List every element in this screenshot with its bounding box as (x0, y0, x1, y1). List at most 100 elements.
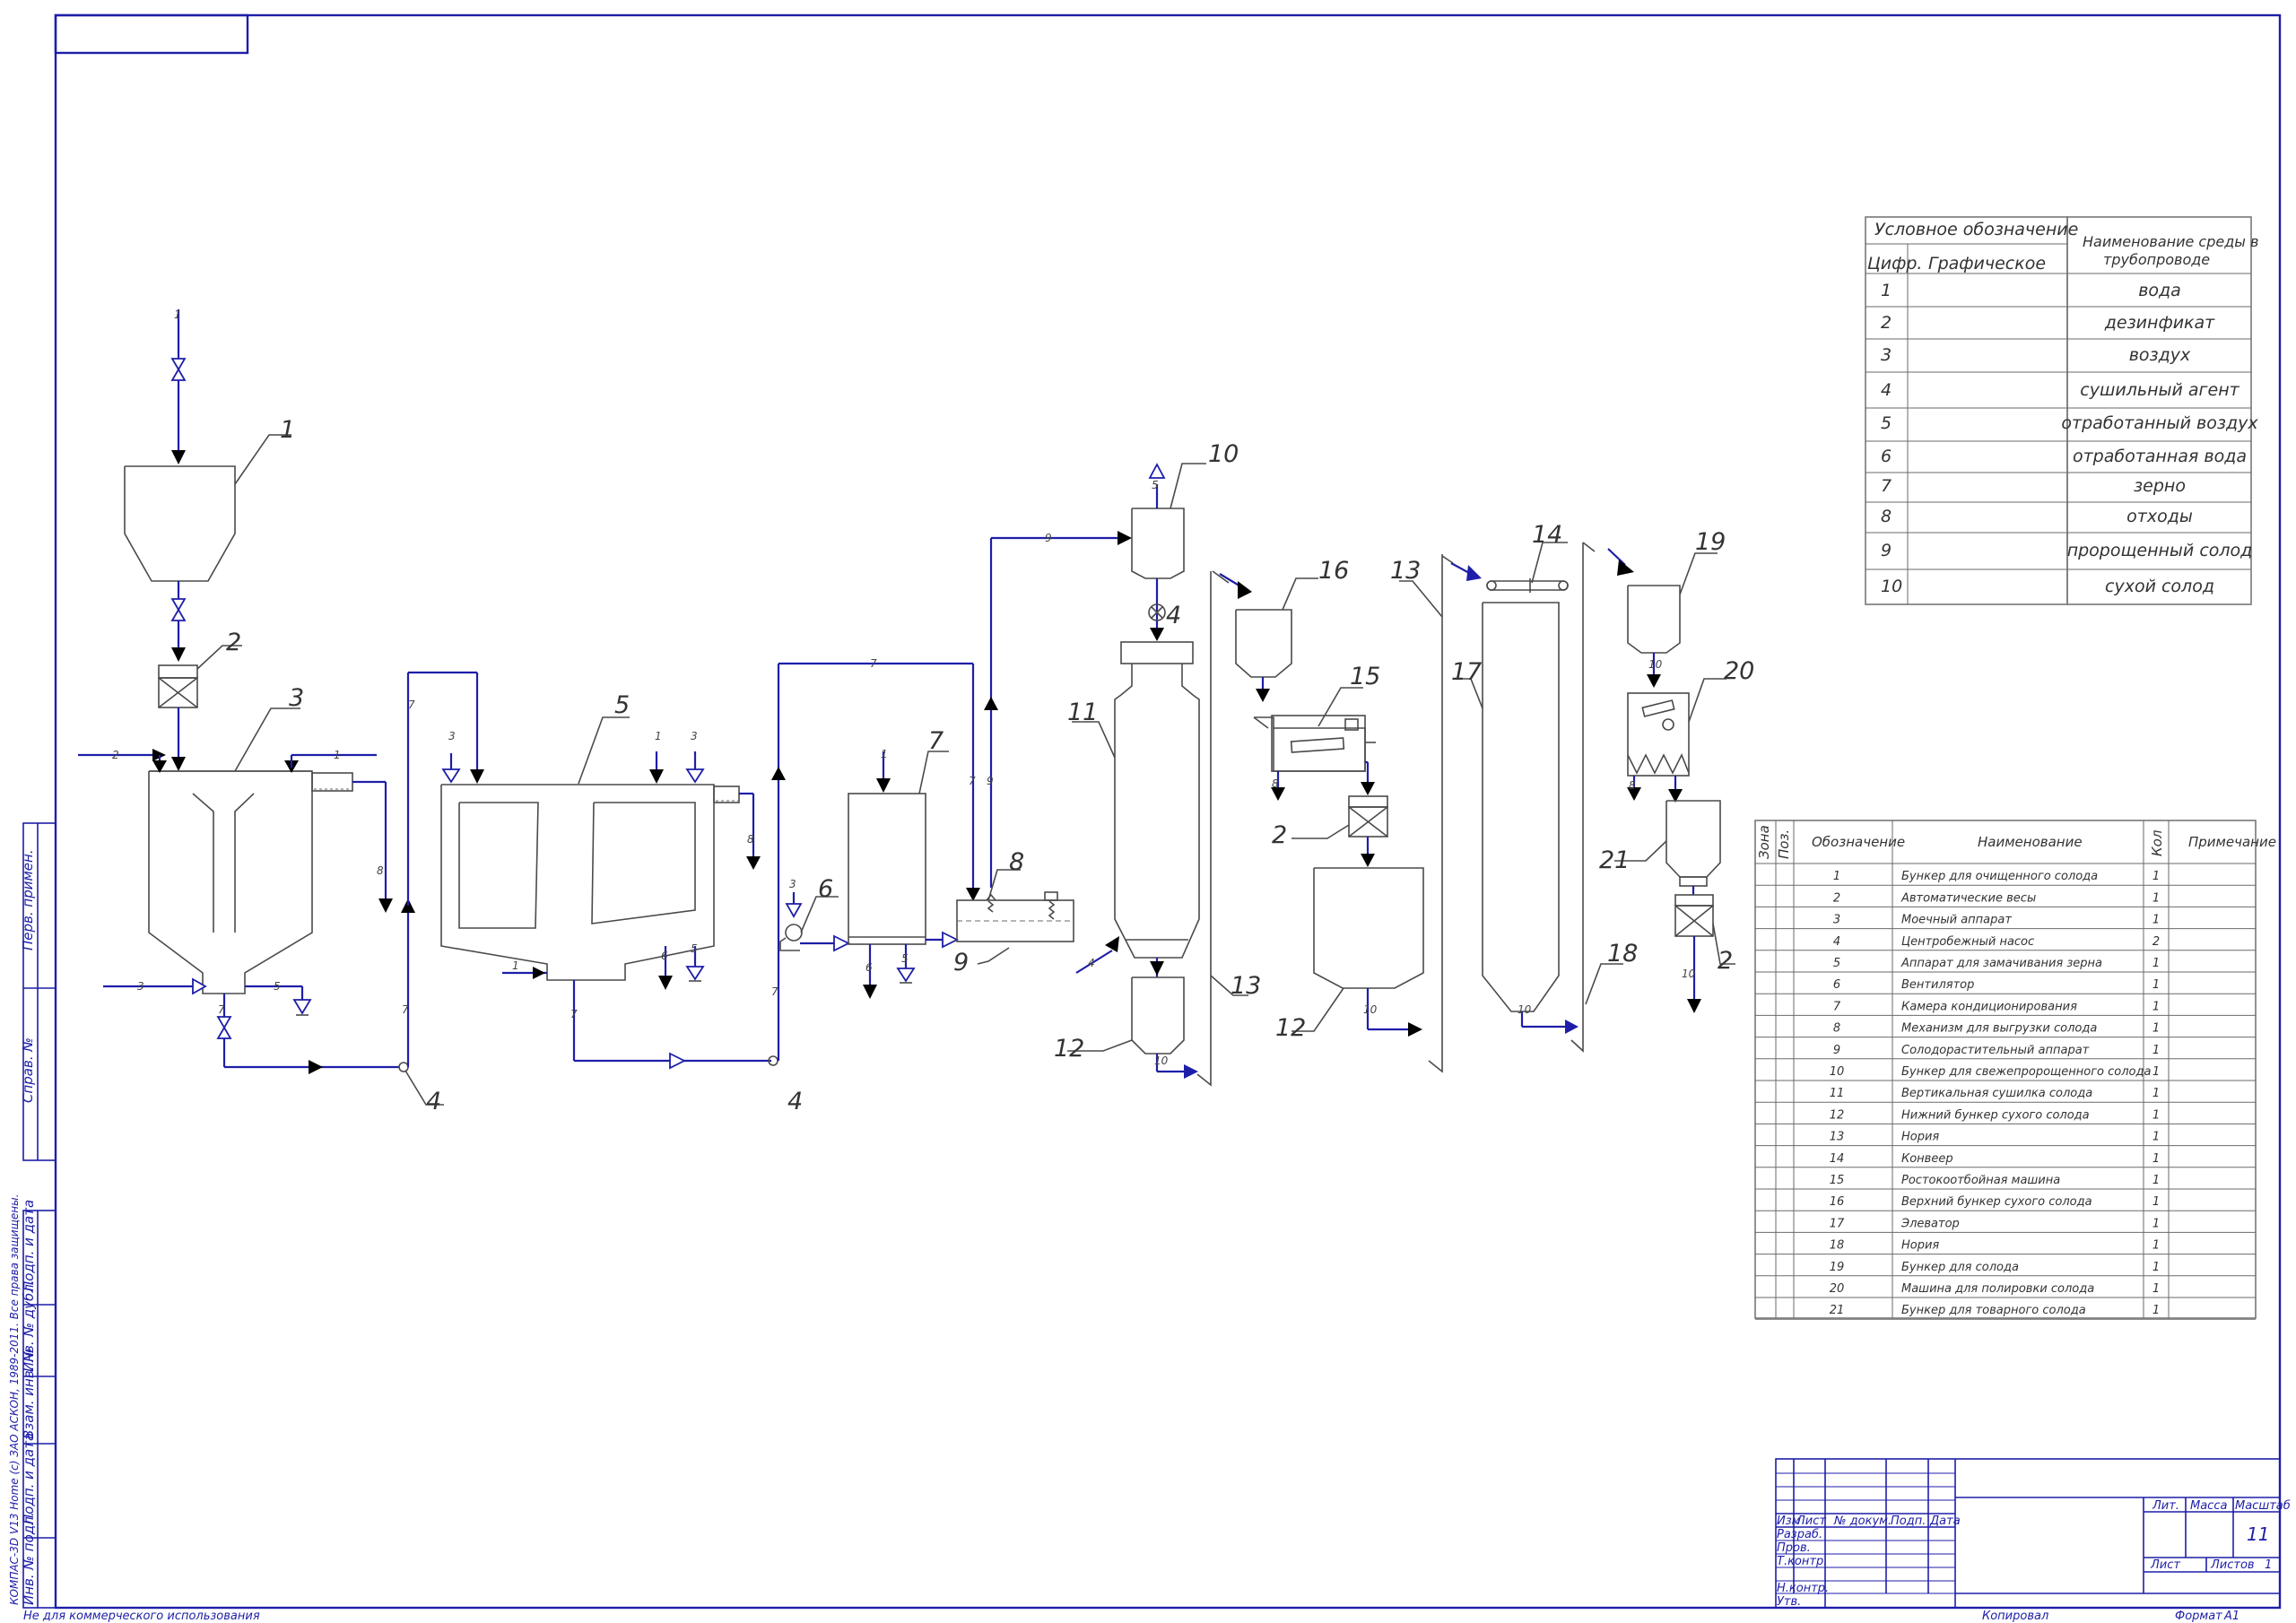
equipment-3-washer (78, 749, 399, 1074)
spec-row-qty: 1 (2152, 1000, 2160, 1013)
pipe-num: 10 (1648, 658, 1663, 671)
spec-row-qty: 1 (2152, 1022, 2160, 1036)
pipe-num: 8 (377, 864, 384, 877)
spec-row-name: Конвеер (1901, 1152, 1953, 1166)
spec-row-qty: 1 (2152, 1065, 2160, 1079)
pipe-num: 5 (901, 952, 909, 965)
spec-header-pos: Поз. (1776, 829, 1792, 859)
legend-row-number: 4 (1881, 380, 1892, 400)
stamp-sign: Подп. (1891, 1515, 1926, 1528)
label-11: 11 (1067, 699, 1098, 726)
spec-row-qty: 1 (2152, 1261, 2160, 1274)
label-4c: 4 (1166, 602, 1181, 629)
label-18: 18 (1607, 940, 1638, 968)
equipment-1-bunker (124, 309, 236, 662)
stamp-format: Формат (2175, 1610, 2222, 1623)
stamp-mass: Масса (2190, 1499, 2227, 1513)
spec-row-qty: 1 (2152, 1195, 2160, 1209)
spec-row-designation: 20 (1830, 1282, 1845, 1296)
legend-row-number: 9 (1881, 541, 1892, 560)
stamp-format-value: A1 (2223, 1610, 2239, 1623)
spec-row-qty: 1 (2152, 1239, 2160, 1253)
legend-row-medium: пророщенный солод (2067, 541, 2253, 560)
label-15: 15 (1350, 663, 1380, 690)
legend-row-medium: зерно (2134, 476, 2186, 496)
spec-row-name: Нория (1901, 1239, 1939, 1253)
spec-row-name: Машина для полировки солода (1901, 1282, 2094, 1296)
spec-row-name: Бункер для очищенного солода (1901, 870, 2098, 883)
spec-row-name: Элеватор (1900, 1217, 1960, 1230)
equipment-11-dryer (1075, 641, 1200, 977)
equipment-13-noria-b (1428, 554, 1482, 1073)
spec-row-name: Бункер для свежепророщенного солода (1901, 1065, 2151, 1079)
spec-header-zone: Зона (1756, 825, 1772, 859)
strip-podp-data-2: Подп. и дата (21, 1433, 37, 1524)
spec-row-name: Солодорастительный аппарат (1901, 1044, 2090, 1057)
pipe-num: 10 (1682, 968, 1696, 980)
pipe-num: 7 (408, 699, 415, 711)
pipe-num: 10 (1518, 1003, 1532, 1016)
legend-row-medium: сухой солод (2105, 577, 2214, 596)
pipe-num: 8 (747, 833, 754, 846)
equipment-14-conveyor (1486, 578, 1569, 593)
legend-row-number: 7 (1881, 476, 1892, 496)
spec-row-qty: 1 (2152, 1108, 2160, 1122)
pipe-num: 2 (112, 749, 119, 761)
spec-row-name: Вертикальная сушилка солода (1901, 1087, 2092, 1100)
stamp-lit: Лит. (2152, 1499, 2179, 1513)
label-2: 2 (226, 629, 241, 656)
spec-header-name: Наименование (1978, 834, 2083, 850)
kompas-copyright: КОМПАС-3D V13 Home (с) ЗАО АСКОН, 1989-2… (8, 1194, 21, 1605)
stamp-docnum: № докум. (1833, 1515, 1892, 1528)
pipe-num: 9 (1045, 532, 1052, 544)
spec-header-note: Примечание (2188, 834, 2276, 850)
stamp-sheet: Лист (1796, 1515, 1826, 1528)
equipment-19-bunker (1627, 585, 1681, 688)
spec-row-name: Бункер для солода (1901, 1261, 2019, 1274)
spec-row-designation: 1 (1833, 870, 1840, 883)
label-19: 19 (1695, 528, 1726, 556)
pipe-num: 3 (691, 730, 698, 742)
label-5: 5 (614, 691, 630, 719)
equipment-2-scales-b (1348, 795, 1388, 867)
spec-row-qty: 1 (2152, 1044, 2160, 1057)
stamp-date: Дата (1929, 1515, 1961, 1528)
legend-row-number: 5 (1881, 413, 1892, 433)
spec-row-name: Вентилятор (1901, 978, 1974, 992)
stamp-developed: Разраб. (1777, 1528, 1822, 1541)
spec-row-designation: 16 (1830, 1195, 1845, 1209)
spec-row-designation: 4 (1833, 935, 1840, 949)
label-16: 16 (1318, 557, 1349, 585)
pipe-num: 1 (512, 959, 519, 972)
stamp-scale: Масштаб (2235, 1499, 2291, 1513)
spec-row-name: Аппарат для замачивания зерна (1900, 957, 2102, 970)
pipe-num: 6 (865, 961, 873, 974)
equipment-5-steeping (440, 751, 771, 1070)
legend-row-medium: отработанный воздух (2061, 413, 2258, 433)
spec-header-qty: Кол (2149, 829, 2165, 856)
spec-row-qty: 1 (2152, 1087, 2160, 1100)
spec-row-qty: 1 (2152, 957, 2160, 970)
pipe-num: 1 (881, 748, 888, 760)
label-7: 7 (928, 727, 944, 755)
label-9: 9 (953, 949, 969, 976)
title-block: Изм Лист № докум. Подп. Дата Разраб. Про… (1775, 1458, 2291, 1623)
spec-row-name: Ростокоотбойная машина (1901, 1174, 2060, 1187)
label-4a: 4 (426, 1088, 441, 1115)
pipe-num: 9 (987, 775, 994, 787)
pipe-num: 8 (1629, 779, 1636, 792)
equipment-18-noria (1570, 542, 1634, 1053)
spec-row-name: Верхний бункер сухого солода (1901, 1195, 2092, 1209)
legend-row-number: 10 (1881, 577, 1902, 596)
legend-row-number: 6 (1881, 447, 1892, 466)
label-14: 14 (1532, 521, 1562, 549)
pipe-num: 5 (1152, 479, 1159, 491)
side-strip: Перв. примен. Справ. № Подп. и дата Инв.… (8, 849, 37, 1605)
spec-row-designation: 8 (1833, 1022, 1840, 1036)
legend-rows: 1 вода 2 дезинфикат 3 воздух 4 сушильный агент 5… (1881, 281, 2258, 596)
spec-row-qty: 1 (2152, 1152, 2160, 1166)
label-17: 17 (1451, 658, 1482, 686)
pipe-num: 7 (402, 1003, 409, 1016)
legend-row-medium: дезинфикат (2104, 313, 2215, 333)
spec-row-designation: 19 (1830, 1261, 1845, 1274)
